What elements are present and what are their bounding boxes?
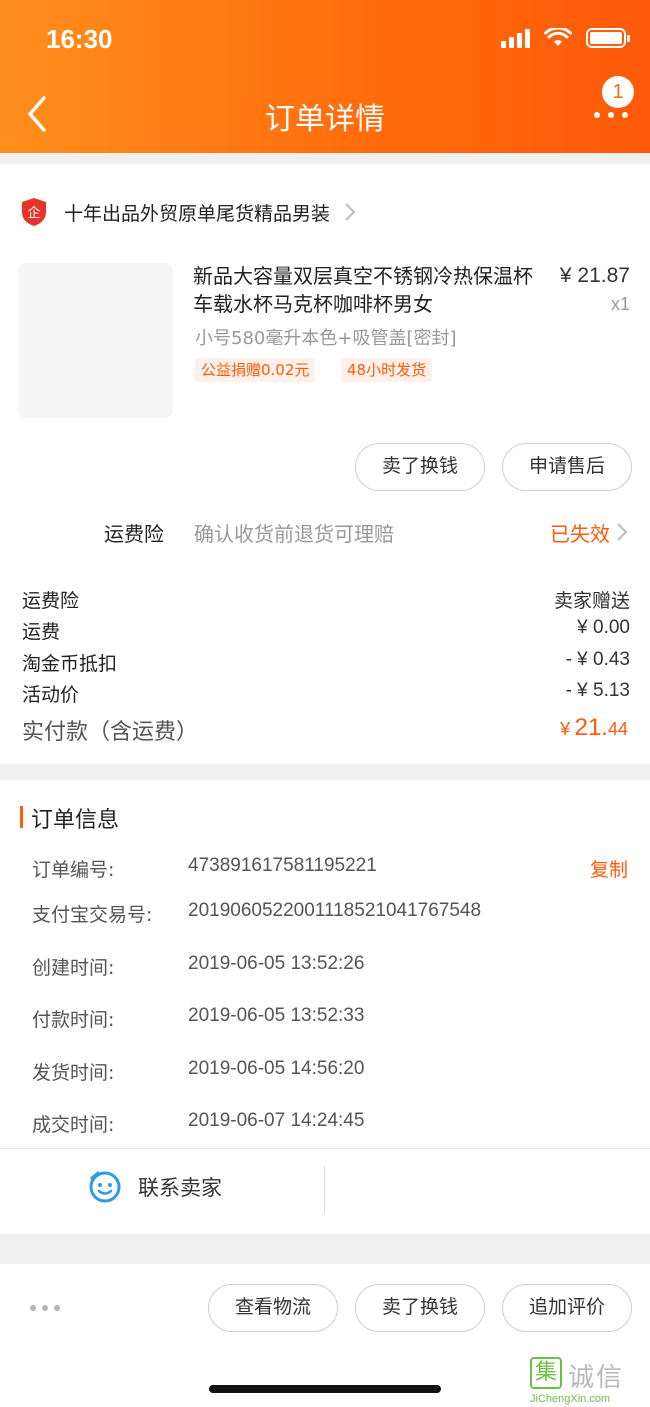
copy-button[interactable]: 复制: [590, 855, 628, 882]
vertical-divider: [324, 1166, 325, 1214]
fee-value: 卖家赠送: [553, 591, 630, 612]
contact-seller-button[interactable]: 联系卖家: [88, 1170, 222, 1204]
paid-time-value: 2019-06-05 13:52:33: [188, 1005, 365, 1026]
fee-value: ¥ 0.00: [577, 617, 630, 638]
created-time-value: 2019-06-05 13:52:26: [188, 953, 365, 974]
contact-seller-label: 联系卖家: [138, 1176, 222, 1200]
shipping-insurance-label: 运费险: [104, 522, 164, 546]
paid-integer: 21.: [574, 714, 608, 741]
section-accent-bar: [20, 806, 23, 828]
donation-tag: 公益捐赠0.02元: [195, 358, 316, 382]
paid-amount-label: 实付款（含运费）: [22, 720, 199, 745]
chevron-right-icon: [345, 203, 356, 221]
product-spec: 小号580毫升本色+吸管盖[密封]: [195, 328, 457, 349]
more-dots-icon: [594, 112, 628, 118]
paid-amount-value: ¥ 21.44: [560, 714, 628, 742]
watermark-glyph: 集: [530, 1357, 562, 1389]
order-info-label: 订单编号:: [32, 859, 115, 881]
fee-label: 运费险: [22, 590, 80, 612]
completed-time-value: 2019-06-07 14:24:45: [188, 1110, 365, 1131]
more-options-icon[interactable]: [30, 1305, 60, 1311]
fee-value: - ¥ 0.43: [565, 649, 630, 670]
add-review-button[interactable]: 追加评价: [502, 1284, 632, 1332]
watermark: 集 诚信 JiChengXin.com: [530, 1357, 640, 1407]
chat-face-icon: [89, 1171, 121, 1203]
order-info-label: 支付宝交易号:: [32, 904, 153, 926]
product-thumbnail[interactable]: [18, 263, 173, 418]
divider: [0, 1148, 650, 1149]
paid-currency: ¥: [560, 719, 571, 739]
shipping-tag: 48小时发货: [341, 358, 433, 382]
status-icons: [501, 28, 630, 48]
notification-badge: 1: [602, 76, 634, 108]
view-logistics-button[interactable]: 查看物流: [208, 1284, 338, 1332]
store-name: 十年出品外贸原单尾货精品男装: [64, 202, 331, 225]
sell-for-cash-button[interactable]: 卖了换钱: [355, 443, 485, 491]
wifi-icon: [544, 28, 572, 46]
watermark-sub: JiChengXin.com: [530, 1393, 611, 1405]
store-shield-icon: 企: [22, 198, 46, 226]
order-info-label: 创建时间:: [32, 957, 115, 979]
home-indicator[interactable]: [209, 1385, 441, 1393]
svg-text:企: 企: [27, 205, 40, 221]
product-quantity: x1: [610, 294, 630, 314]
store-row[interactable]: 企 十年出品外贸原单尾货精品男装: [20, 197, 356, 227]
order-info-label: 付款时间:: [32, 1009, 115, 1031]
watermark-text: 诚信: [568, 1363, 625, 1393]
status-time: 16:30: [46, 24, 113, 54]
paid-decimal: 44: [607, 719, 628, 739]
fee-value: - ¥ 5.13: [565, 680, 630, 701]
cellular-signal-icon: [501, 28, 530, 48]
order-info-title: 订单信息: [31, 808, 120, 833]
fee-label: 淘金币抵扣: [22, 653, 118, 675]
sell-for-cash-button[interactable]: 卖了换钱: [355, 1284, 485, 1332]
page-title: 订单详情: [265, 102, 385, 137]
request-after-sales-button[interactable]: 申请售后: [502, 443, 632, 491]
order-info-label: 发货时间:: [32, 1062, 115, 1084]
product-price: ¥ 21.87: [559, 264, 630, 287]
header-bar: 16:30 订单详情 1: [0, 0, 650, 153]
battery-icon: [586, 28, 630, 48]
shipped-time-value: 2019-06-05 14:56:20: [188, 1058, 365, 1079]
fee-label: 运费: [22, 621, 61, 643]
order-info-label: 成交时间:: [32, 1114, 115, 1136]
fee-label: 活动价: [22, 684, 80, 706]
product-title[interactable]: 新品大容量双层真空不锈钢冷热保温杯车载水杯马克杯咖啡杯男女: [193, 262, 543, 318]
alipay-trade-no-value: 2019060522001118521041767548: [188, 900, 482, 921]
shipping-insurance-status[interactable]: 已失效: [550, 518, 610, 547]
shipping-insurance-desc: 确认收货前退货可理赔: [194, 522, 394, 546]
chevron-right-icon: [617, 523, 628, 541]
order-number-value: 473891617581195221: [188, 855, 377, 876]
